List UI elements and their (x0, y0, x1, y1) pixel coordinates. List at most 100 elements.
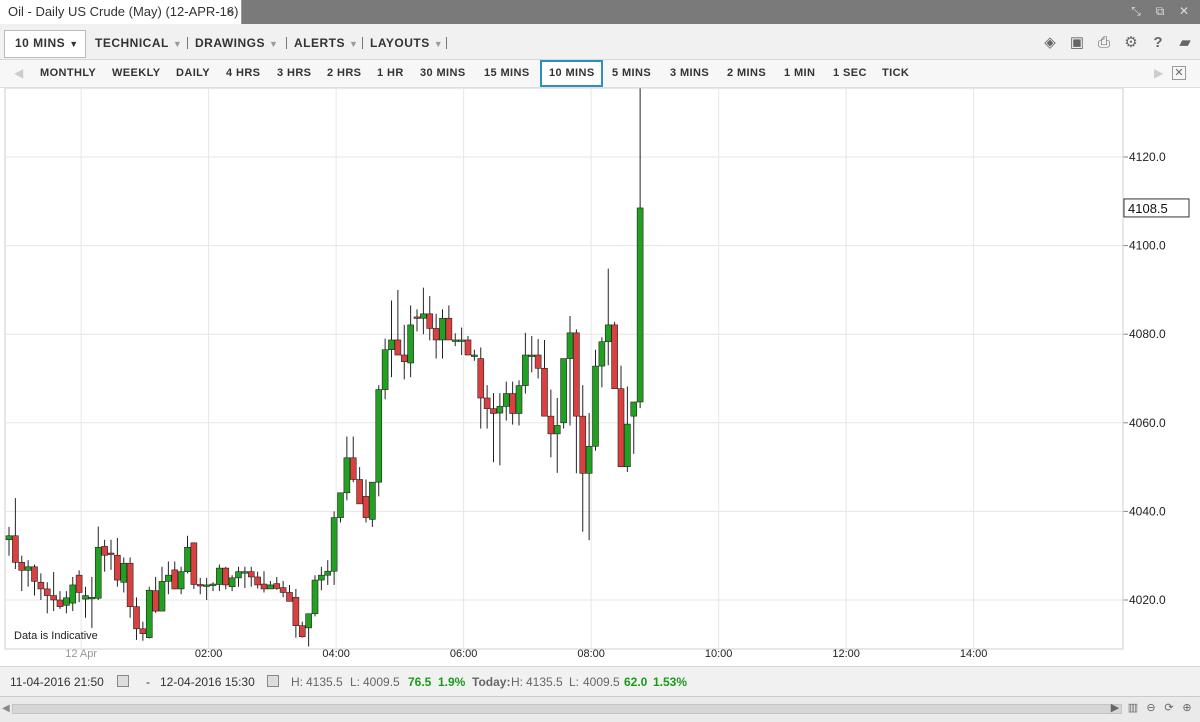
fit-icon[interactable]: ▥ (1126, 701, 1140, 715)
candle-body[interactable] (356, 479, 363, 505)
candle-body[interactable] (451, 339, 459, 342)
period-30mins[interactable]: 30 MINS (420, 67, 466, 79)
candle-body[interactable] (241, 571, 249, 574)
candle-body[interactable] (611, 324, 618, 389)
period-weekly[interactable]: WEEKLY (112, 67, 160, 79)
range-from[interactable]: 11-04-2016 21:50 (10, 675, 104, 689)
candle-body[interactable] (31, 566, 38, 582)
candle-body[interactable] (464, 339, 472, 356)
candle-body[interactable] (432, 328, 440, 341)
candle-body[interactable] (490, 408, 497, 414)
candle-body[interactable] (553, 425, 561, 435)
period-1sec[interactable]: 1 SEC (833, 67, 867, 79)
candle-body[interactable] (267, 584, 274, 590)
scroll-left-icon[interactable]: ◀ (14, 66, 23, 80)
candle-body[interactable] (56, 599, 64, 607)
candle-body[interactable] (75, 574, 83, 593)
candle-body[interactable] (107, 552, 115, 555)
range-to[interactable]: 12-04-2016 15:30 (160, 675, 255, 689)
candle-body[interactable] (177, 571, 185, 590)
interval-dropdown[interactable]: 10 MINS ▼ (15, 36, 79, 50)
candle-body[interactable] (579, 415, 587, 474)
candle-body[interactable] (286, 592, 293, 602)
image-icon[interactable]: ▣ (1068, 35, 1086, 51)
candle-body[interactable] (133, 606, 140, 630)
candle-body[interactable] (585, 445, 593, 474)
period-1min[interactable]: 1 MIN (784, 67, 815, 79)
candle-body[interactable] (235, 571, 242, 579)
candle-body[interactable] (37, 581, 45, 590)
candle-body[interactable] (305, 613, 312, 629)
candle-body[interactable] (522, 354, 529, 386)
candle-body[interactable] (254, 576, 261, 586)
refresh-icon[interactable]: ⟳ (1162, 701, 1176, 715)
candle-body[interactable] (292, 597, 300, 626)
candle-body[interactable] (547, 415, 555, 435)
candle-body[interactable] (184, 546, 191, 572)
comment-icon[interactable]: ▰ (1176, 35, 1194, 51)
candle-body[interactable] (145, 589, 153, 638)
candle-body[interactable] (209, 583, 217, 586)
period-15mins[interactable]: 15 MINS (484, 67, 530, 79)
layouts-menu[interactable]: LAYOUTS ▼ (370, 36, 443, 50)
period-3hrs[interactable]: 3 HRS (277, 67, 311, 79)
candle-body[interactable] (273, 583, 281, 589)
candle-body[interactable] (69, 584, 77, 604)
period-2mins[interactable]: 2 MINS (727, 67, 766, 79)
candle-body[interactable] (592, 365, 599, 447)
candle-body[interactable] (420, 313, 427, 319)
period-2hrs[interactable]: 2 HRS (327, 67, 361, 79)
drawings-menu[interactable]: DRAWINGS ▼ (195, 36, 278, 50)
candle-body[interactable] (560, 358, 567, 424)
candle-body[interactable] (101, 546, 108, 556)
alerts-menu[interactable]: ALERTS ▼ (294, 36, 358, 50)
candle-body[interactable] (471, 354, 478, 357)
period-4hrs[interactable]: 4 HRS (226, 67, 260, 79)
tab-close-icon[interactable]: × (226, 3, 234, 19)
candle-body[interactable] (337, 492, 344, 518)
candle-body[interactable] (50, 595, 57, 601)
scroll-thumb[interactable] (12, 704, 1122, 714)
period-10mins[interactable]: 10 MINS (549, 67, 595, 79)
scroll-right-icon[interactable]: ▶ (1154, 66, 1163, 80)
candle-body[interactable] (369, 481, 376, 520)
candle-body[interactable] (216, 567, 223, 585)
candle-body[interactable] (152, 590, 159, 612)
popout-icon[interactable]: ⧉ (1152, 3, 1168, 19)
candle-body[interactable] (43, 588, 51, 596)
candle-body[interactable] (18, 562, 26, 571)
candle-body[interactable] (362, 496, 370, 518)
period-3mins[interactable]: 3 MINS (670, 67, 709, 79)
candle-body[interactable] (196, 584, 204, 587)
candle-body[interactable] (171, 569, 179, 590)
close-period-bar-icon[interactable]: ✕ (1172, 66, 1186, 80)
candle-body[interactable] (12, 535, 19, 563)
candlestick-chart[interactable]: 4020.0 4040.0 4060.0 4080.0 4100.0 4120.0 12 A… (0, 88, 1200, 666)
candle-body[interactable] (624, 423, 631, 467)
candle-body[interactable] (394, 339, 402, 356)
candle-body[interactable] (528, 354, 536, 357)
candle-body[interactable] (298, 625, 306, 638)
candle-body[interactable] (318, 574, 325, 581)
zoom-in-icon[interactable]: ⊕ (1180, 701, 1194, 715)
zoom-out-icon[interactable]: ⊖ (1144, 701, 1158, 715)
print-icon[interactable]: ⎙ (1095, 35, 1113, 51)
candle-body[interactable] (343, 457, 351, 494)
candle-body[interactable] (426, 313, 434, 329)
candle-body[interactable] (534, 354, 542, 369)
candle-body[interactable] (139, 628, 147, 634)
candle-body[interactable] (573, 332, 580, 417)
candle-body[interactable] (330, 517, 338, 572)
candle-body[interactable] (515, 385, 523, 414)
candle-body[interactable] (190, 542, 198, 585)
candle-body[interactable] (247, 571, 255, 578)
candle-body[interactable] (228, 577, 236, 588)
candle-body[interactable] (636, 207, 644, 403)
candle-body[interactable] (82, 595, 89, 600)
candle-body[interactable] (381, 349, 389, 390)
candle-body[interactable] (165, 574, 172, 582)
candle-body[interactable] (630, 401, 638, 417)
candle-body[interactable] (5, 535, 13, 541)
candle-body[interactable] (311, 579, 319, 615)
candle-body[interactable] (63, 597, 70, 606)
